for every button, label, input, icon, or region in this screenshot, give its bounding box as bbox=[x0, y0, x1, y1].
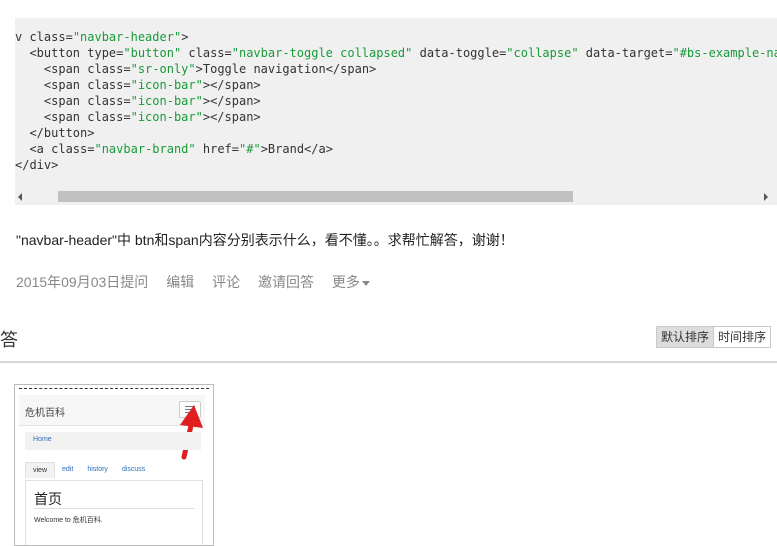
code-token: data-target= bbox=[578, 46, 673, 60]
code-block: v class="navbar-header"> <button type="b… bbox=[15, 18, 777, 205]
more-dropdown[interactable]: 更多 bbox=[332, 274, 370, 290]
image-nav-bar: Home bbox=[25, 432, 201, 450]
code-token: v bbox=[15, 30, 30, 44]
sort-toggle-group: 默认排序 时间排序 bbox=[656, 326, 772, 348]
code-line: <a class="navbar-brand" href="#">Brand</… bbox=[15, 141, 777, 157]
image-brand-label: 危机百科 bbox=[25, 408, 65, 419]
code-line: <button type="button" class="navbar-togg… bbox=[15, 45, 777, 61]
code-token: "icon-bar" bbox=[130, 94, 203, 108]
answers-heading: 答 bbox=[0, 330, 18, 350]
invite-answer-link[interactable]: 邀请回答 bbox=[258, 274, 314, 290]
code-token: class= bbox=[181, 46, 232, 60]
code-token: class= bbox=[87, 78, 131, 92]
code-token: "icon-bar" bbox=[130, 110, 203, 124]
code-line: <span class="sr-only">Toggle navigation<… bbox=[15, 61, 777, 77]
code-token: href= bbox=[195, 142, 239, 156]
image-tab-history: history bbox=[87, 466, 108, 473]
code-horizontal-scrollbar[interactable] bbox=[15, 189, 777, 205]
image-home-link: Home bbox=[33, 436, 52, 443]
code-token: </span> bbox=[325, 62, 377, 76]
question-meta: 2015年09月03日提问 编辑 评论 邀请回答 更多 bbox=[16, 272, 384, 292]
code-token: class= bbox=[87, 62, 131, 76]
question-text: "navbar-header"中 btn和span内容分别表示什么，看不懂。。求… bbox=[16, 232, 514, 248]
code-token: <span bbox=[15, 62, 88, 76]
code-token: <button bbox=[15, 46, 88, 60]
code-token: class= bbox=[51, 142, 95, 156]
code-token: class= bbox=[29, 30, 73, 44]
code-token: > bbox=[260, 142, 268, 156]
code-token: <a bbox=[15, 142, 52, 156]
code-token: "icon-bar" bbox=[130, 78, 203, 92]
code-line: </button> bbox=[15, 125, 777, 141]
image-tab-edit: edit bbox=[62, 466, 74, 473]
code-line: <span class="icon-bar"></span> bbox=[15, 109, 777, 125]
code-token: class= bbox=[87, 110, 131, 124]
section-divider bbox=[0, 361, 777, 363]
code-token: "navbar-brand" bbox=[94, 142, 196, 156]
code-line: </div> bbox=[15, 157, 777, 173]
image-top-border bbox=[19, 388, 209, 389]
scrollbar-thumb[interactable] bbox=[58, 191, 573, 202]
code-token: </a> bbox=[304, 142, 333, 156]
comment-link[interactable]: 评论 bbox=[212, 274, 240, 290]
code-token: <span bbox=[15, 78, 88, 92]
code-token: "sr-only" bbox=[130, 62, 196, 76]
code-token: "button" bbox=[123, 46, 182, 60]
code-content: v class="navbar-header"> <button type="b… bbox=[15, 29, 777, 173]
image-page-title: 首页 bbox=[34, 491, 62, 507]
asked-date: 2015年09月03日提问 bbox=[16, 274, 149, 290]
code-token: </button> bbox=[15, 126, 95, 140]
image-page-content: 首页 Welcome to 危机百科. bbox=[25, 480, 203, 545]
code-token: class= bbox=[87, 94, 131, 108]
code-token: "#bs-example-navb bbox=[672, 46, 777, 60]
code-token: ></span> bbox=[202, 94, 261, 108]
chevron-down-icon bbox=[361, 280, 370, 286]
image-tabs: view edit history discuss bbox=[25, 462, 152, 478]
code-line: <span class="icon-bar"></span> bbox=[15, 77, 777, 93]
image-welcome-text: Welcome to 危机百科. bbox=[34, 517, 103, 524]
code-token: Brand bbox=[267, 142, 305, 156]
code-token: "navbar-header" bbox=[72, 30, 182, 44]
edit-link[interactable]: 编辑 bbox=[166, 274, 194, 290]
code-token: > bbox=[195, 62, 203, 76]
code-token: > bbox=[181, 30, 189, 44]
image-title-rule bbox=[34, 508, 194, 509]
scroll-left-arrow-icon[interactable] bbox=[18, 193, 22, 201]
code-line: v class="navbar-header"> bbox=[15, 29, 777, 45]
code-token: data-toggle= bbox=[412, 46, 507, 60]
code-token: ></span> bbox=[202, 78, 261, 92]
answer-screenshot-image[interactable]: 危机百科 Home view edit history discuss 首页 W… bbox=[14, 384, 214, 546]
code-token: <span bbox=[15, 94, 88, 108]
code-token: type= bbox=[87, 46, 124, 60]
code-token: ></span> bbox=[202, 110, 261, 124]
code-token: "navbar-toggle collapsed" bbox=[231, 46, 413, 60]
code-line: <span class="icon-bar"></span> bbox=[15, 93, 777, 109]
code-token: </div> bbox=[15, 158, 59, 172]
image-tab-discuss: discuss bbox=[121, 466, 146, 473]
sort-time-button[interactable]: 时间排序 bbox=[714, 327, 771, 347]
red-arrow-icon bbox=[180, 405, 203, 460]
image-tab-view: view bbox=[25, 462, 56, 478]
code-token: "collapse" bbox=[506, 46, 579, 60]
code-token: <span bbox=[15, 110, 88, 124]
code-token: "#" bbox=[239, 142, 261, 156]
code-token: Toggle navigation bbox=[202, 62, 326, 76]
sort-default-button[interactable]: 默认排序 bbox=[657, 327, 715, 347]
scroll-right-arrow-icon[interactable] bbox=[764, 193, 768, 201]
more-label: 更多 bbox=[331, 274, 360, 290]
